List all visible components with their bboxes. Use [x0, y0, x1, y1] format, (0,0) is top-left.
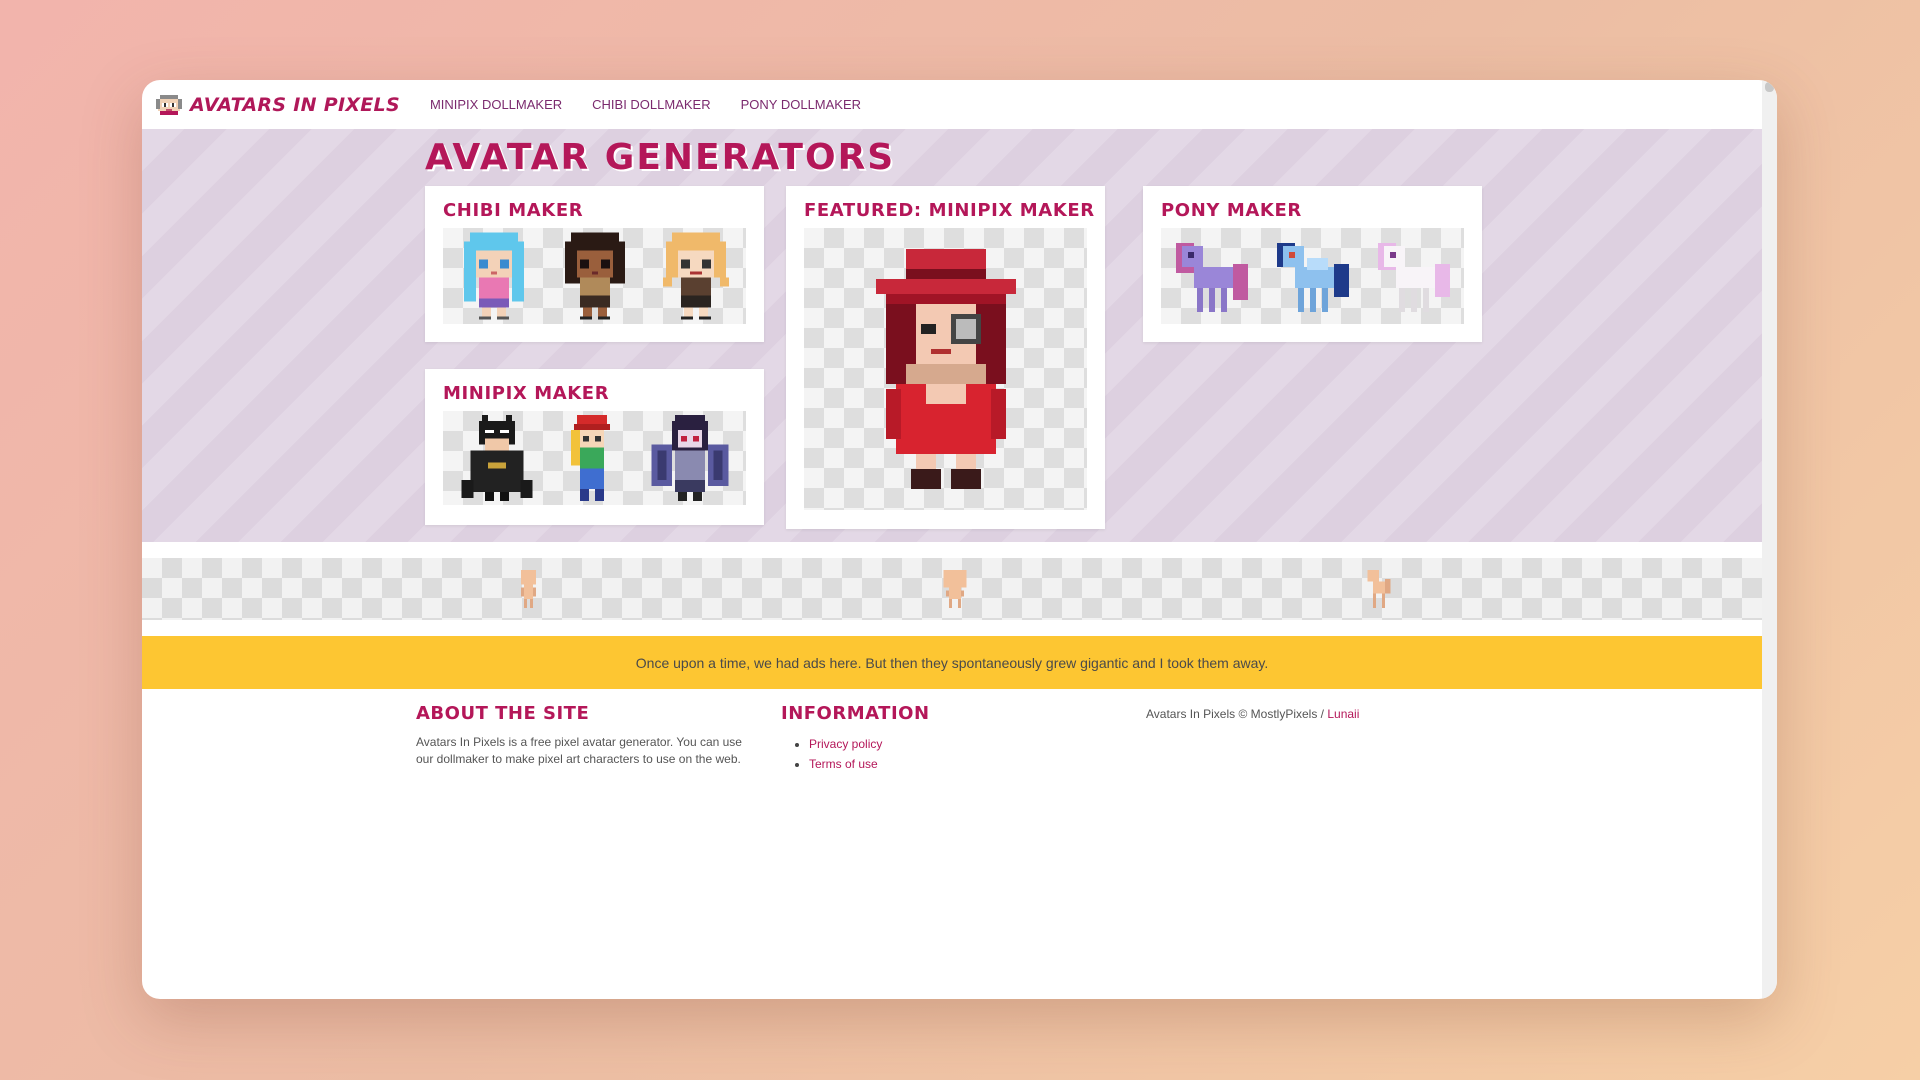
footer-copyright: Avatars In Pixels © MostlyPixels / Lunai… — [1146, 707, 1359, 721]
card-title: FEATURED: MINIPIX MAKER — [804, 200, 1095, 221]
chibi-maker-card[interactable]: CHIBI MAKER — [425, 186, 764, 342]
featured-minipix-card[interactable]: FEATURED: MINIPIX MAKER — [786, 186, 1105, 529]
copyright-text: Avatars In Pixels © MostlyPixels / — [1146, 707, 1328, 721]
pony-base-doll[interactable] — [1364, 570, 1391, 608]
featured-detective-sprite — [875, 249, 1016, 489]
chibi-blonde-sprite — [662, 232, 729, 320]
minipix-preview[interactable] — [443, 411, 746, 505]
pony-preview[interactable] — [1161, 228, 1464, 324]
pony-maker-card[interactable]: PONY MAKER — [1143, 186, 1482, 342]
pony-purple-sprite — [1175, 243, 1248, 312]
information-links: Privacy policy Terms of use — [781, 734, 930, 774]
nav-chibi-dollmaker[interactable]: CHIBI DOLLMAKER — [592, 97, 710, 112]
hero-section: AVATAR GENERATORS CHIBI MAKER MINIPIX MA… — [142, 129, 1762, 542]
lunaii-link[interactable]: Lunaii — [1327, 707, 1359, 721]
nav-pony-dollmaker[interactable]: PONY DOLLMAKER — [741, 97, 861, 112]
minipix-maker-card[interactable]: MINIPIX MAKER — [425, 369, 764, 525]
list-item: Privacy policy — [809, 734, 930, 754]
chibi-preview[interactable] — [443, 228, 746, 324]
scrollbar-thumb[interactable] — [1765, 82, 1774, 92]
pony-white-sprite — [1377, 243, 1450, 312]
banner-text: Once upon a time, we had ads here. But t… — [635, 654, 1269, 671]
minipix-winged-sprite — [650, 415, 729, 501]
chibi-blue-hair-sprite — [463, 232, 524, 320]
minipix-bat-hero-sprite — [460, 415, 533, 501]
minipix-red-cap-sprite — [570, 415, 610, 501]
about-text: Avatars In Pixels is a free pixel avatar… — [416, 735, 742, 766]
page-content: AVATARS IN PIXELS MINIPIX DOLLMAKER CHIB… — [142, 80, 1762, 999]
footer-information: INFORMATION Privacy policy Terms of use — [781, 703, 930, 774]
page-title: AVATAR GENERATORS — [425, 137, 896, 178]
footer-about: ABOUT THE SITE Avatars In Pixels is a fr… — [416, 703, 761, 768]
about-heading: ABOUT THE SITE — [416, 703, 590, 724]
pony-blue-pegasus-sprite — [1276, 243, 1349, 312]
pixel-avatar-face-icon — [156, 94, 182, 115]
list-item: Terms of use — [809, 754, 930, 774]
card-title: PONY MAKER — [1161, 200, 1302, 221]
site-brand[interactable]: AVATARS IN PIXELS — [190, 94, 400, 116]
information-heading: INFORMATION — [781, 703, 930, 724]
terms-of-use-link[interactable]: Terms of use — [809, 757, 878, 771]
minipix-base-doll[interactable] — [940, 570, 970, 608]
chibi-base-doll[interactable] — [518, 570, 539, 608]
card-title: CHIBI MAKER — [443, 200, 584, 221]
scrollbar[interactable] — [1762, 80, 1777, 999]
chibi-dark-hair-sprite — [564, 232, 625, 320]
privacy-policy-link[interactable]: Privacy policy — [809, 737, 882, 751]
featured-preview[interactable] — [804, 228, 1087, 510]
card-title: MINIPIX MAKER — [443, 383, 610, 404]
site-logo[interactable]: AVATARS IN PIXELS — [156, 94, 400, 116]
browser-window: AVATARS IN PIXELS MINIPIX DOLLMAKER CHIB… — [142, 80, 1777, 999]
top-nav: AVATARS IN PIXELS MINIPIX DOLLMAKER CHIB… — [142, 80, 1762, 129]
dollbase-strip — [142, 558, 1762, 620]
ad-replacement-banner: Once upon a time, we had ads here. But t… — [142, 636, 1762, 689]
nav-minipix-dollmaker[interactable]: MINIPIX DOLLMAKER — [430, 97, 562, 112]
